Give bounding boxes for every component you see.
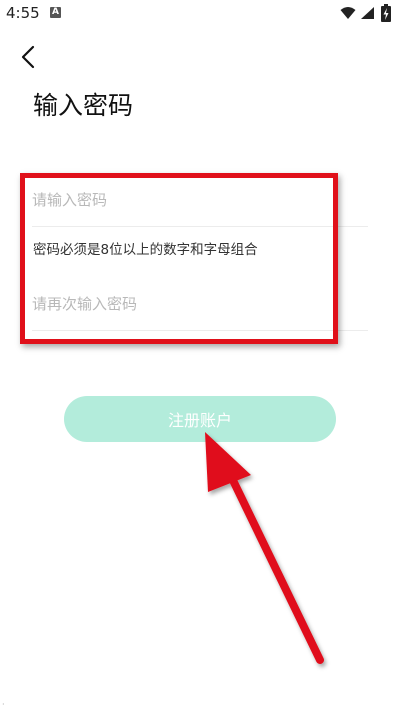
wifi-icon bbox=[340, 7, 356, 19]
corner-mark: · bbox=[2, 700, 5, 709]
page-title: 输入密码 bbox=[33, 91, 134, 120]
password-rule-hint: 密码必须是8位以上的数字和字母组合 bbox=[33, 242, 258, 258]
password-input[interactable] bbox=[32, 180, 368, 220]
status-time: 4:55 bbox=[6, 4, 40, 22]
password-divider bbox=[32, 226, 368, 227]
confirm-password-input[interactable] bbox=[32, 284, 368, 324]
back-button[interactable] bbox=[14, 42, 44, 72]
a-notification-icon: A bbox=[50, 7, 61, 18]
password-field[interactable] bbox=[32, 180, 368, 220]
status-bar: 4:55 A bbox=[0, 0, 400, 28]
battery-charging-icon bbox=[381, 4, 391, 22]
signal-icon bbox=[361, 7, 374, 19]
register-account-button[interactable]: 注册账户 bbox=[64, 396, 336, 442]
chevron-left-icon bbox=[21, 45, 35, 69]
confirm-password-field[interactable] bbox=[32, 284, 368, 324]
confirm-password-divider bbox=[32, 330, 368, 331]
